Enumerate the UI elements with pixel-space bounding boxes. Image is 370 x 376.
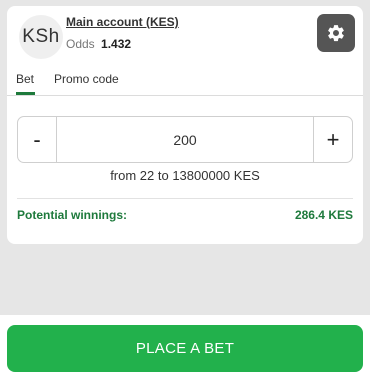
potential-winnings-value: 286.4 KES [294, 208, 353, 222]
odds-row: Odds 1.432 [66, 37, 131, 51]
gear-icon [328, 25, 344, 42]
potential-winnings-label: Potential winnings: [17, 208, 127, 222]
odds-label: Odds [66, 37, 95, 51]
account-name-link[interactable]: Main account (KES) [66, 15, 179, 29]
bet-tabs: Bet Promo code [7, 66, 363, 96]
footer-bar: PLACE A BET [0, 315, 370, 376]
currency-symbol: KSh [22, 26, 60, 47]
currency-avatar: KSh [19, 15, 63, 59]
stake-range-text: from 22 to 13800000 KES [110, 168, 260, 183]
odds-value: 1.432 [101, 37, 132, 51]
decrease-stake-button[interactable]: - [18, 117, 57, 162]
stake-input[interactable] [57, 117, 313, 162]
active-tab-indicator [16, 92, 35, 95]
settings-button[interactable] [317, 14, 355, 52]
bet-slip-card: KSh Main account (KES) Odds 1.432 Bet Pr… [7, 6, 363, 244]
place-bet-button[interactable]: PLACE A BET [7, 325, 363, 372]
divider [17, 198, 353, 199]
increase-stake-button[interactable]: + [313, 117, 352, 162]
stake-stepper: - + [17, 116, 353, 163]
tab-promo-code[interactable]: Promo code [54, 72, 119, 96]
